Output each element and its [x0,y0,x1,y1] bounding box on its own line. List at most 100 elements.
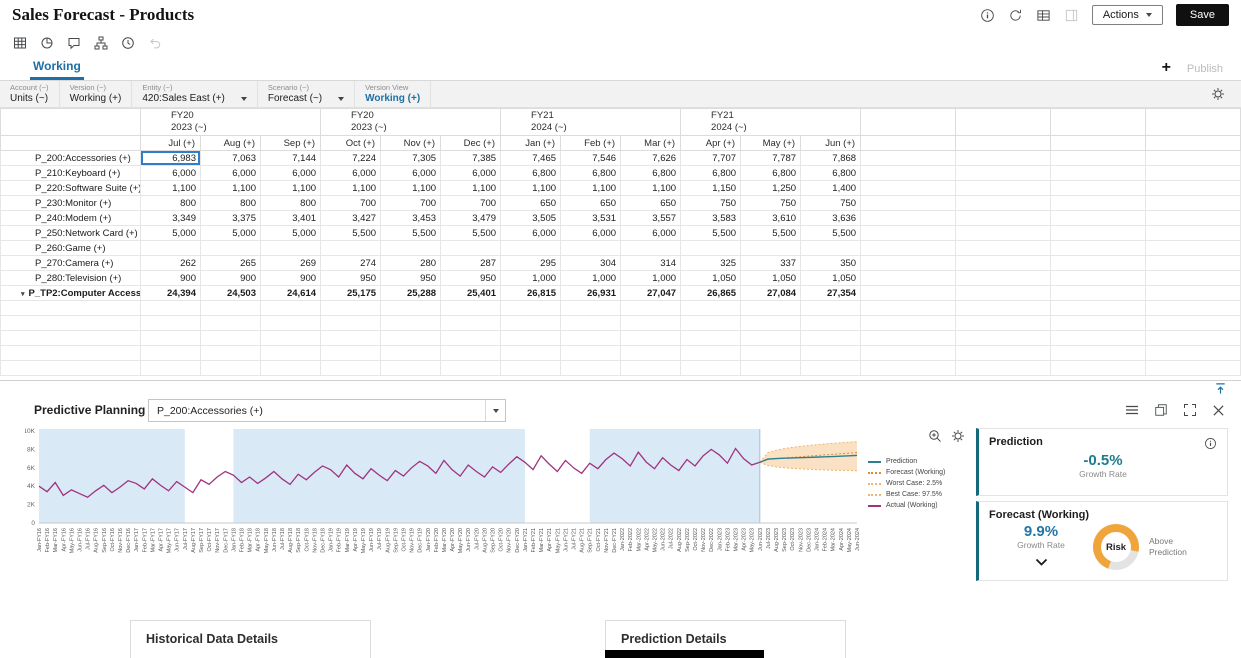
grid-cell[interactable] [956,286,1051,301]
history-icon[interactable] [121,36,135,50]
grid-cell[interactable] [141,361,201,376]
grid-cell[interactable] [201,301,261,316]
grid-cell[interactable] [801,361,861,376]
grid-cell[interactable] [261,346,321,361]
grid-cell[interactable] [861,211,956,226]
grid-cell[interactable] [141,331,201,346]
grid-cell[interactable]: 26,865 [681,286,741,301]
column-header[interactable]: Oct (+) [321,136,381,151]
grid-cell[interactable]: 287 [441,256,501,271]
grid-cell[interactable]: 6,000 [141,166,201,181]
grid-cell[interactable] [441,361,501,376]
grid-cell[interactable] [861,181,956,196]
column-header[interactable]: Aug (+) [201,136,261,151]
grid-cell[interactable] [681,346,741,361]
grid-cell[interactable] [501,346,561,361]
grid-cell[interactable]: 1,100 [141,181,201,196]
row-member-label[interactable] [1,331,141,346]
gear-icon[interactable] [1211,87,1225,101]
grid-cell[interactable]: 6,800 [741,166,801,181]
grid-cell[interactable]: 700 [321,196,381,211]
grid-cell[interactable] [956,226,1051,241]
close-icon[interactable] [1212,403,1225,417]
refresh-icon[interactable] [1008,8,1023,23]
grid-cell[interactable] [956,316,1051,331]
copy-icon[interactable] [1154,403,1168,417]
grid-cell[interactable]: 3,557 [621,211,681,226]
grid-cell[interactable] [261,316,321,331]
grid-cell[interactable] [1146,361,1241,376]
grid-cell[interactable]: 3,427 [321,211,381,226]
grid-cell[interactable] [381,361,441,376]
grid-icon[interactable] [13,36,27,50]
grid-cell[interactable]: 25,175 [321,286,381,301]
grid-cell[interactable]: 5,000 [141,226,201,241]
grid-cell[interactable] [861,331,956,346]
grid-cell[interactable] [1051,211,1146,226]
grid-cell[interactable]: 27,084 [741,286,801,301]
grid-cell[interactable]: 800 [141,196,201,211]
chevron-down-icon[interactable] [338,97,344,101]
grid-cell[interactable]: 6,000 [561,226,621,241]
expand-icon[interactable] [1183,403,1197,417]
grid-cell[interactable]: 6,800 [621,166,681,181]
grid-cell[interactable] [501,241,561,256]
grid-cell[interactable]: 6,000 [441,166,501,181]
member-selector[interactable]: P_200:Accessories (+) [148,399,506,422]
grid-cell[interactable] [956,346,1051,361]
grid-cell[interactable]: 650 [501,196,561,211]
row-member-label[interactable]: P_240:Modem (+) [1,211,141,226]
grid-cell[interactable] [1146,346,1241,361]
grid-cell[interactable] [261,331,321,346]
grid-cell[interactable]: 5,500 [741,226,801,241]
column-group-header[interactable]: FY202023 (~) [321,109,501,136]
grid-cell[interactable] [1051,271,1146,286]
column-header[interactable]: Mar (+) [621,136,681,151]
grid-cell[interactable] [501,301,561,316]
grid-cell[interactable] [861,166,956,181]
grid-cell[interactable] [321,301,381,316]
column-group-header[interactable]: FY212024 (~) [501,109,681,136]
grid-cell[interactable]: 1,050 [681,271,741,286]
grid-cell[interactable]: 269 [261,256,321,271]
grid-cell[interactable]: 3,479 [441,211,501,226]
pov-item-version-view[interactable]: Version ViewWorking (+) [355,81,431,107]
grid-cell[interactable] [801,316,861,331]
grid-cell[interactable] [1051,241,1146,256]
grid-cell[interactable]: 25,288 [381,286,441,301]
grid-cell[interactable]: 950 [381,271,441,286]
grid-cell[interactable] [801,331,861,346]
grid-cell[interactable] [956,241,1051,256]
collapse-chart-icon[interactable] [1214,382,1227,395]
grid-cell[interactable] [1051,346,1146,361]
grid-cell[interactable] [1146,256,1241,271]
grid-cell[interactable]: 7,144 [261,151,321,166]
chevron-down-icon[interactable] [1035,553,1048,571]
grid-cell[interactable] [621,241,681,256]
grid-cell[interactable] [801,301,861,316]
row-member-label[interactable]: P_270:Camera (+) [1,256,141,271]
grid-cell[interactable] [201,346,261,361]
grid-cell[interactable] [861,301,956,316]
grid-cell[interactable] [501,361,561,376]
grid-cell[interactable] [561,301,621,316]
grid-cell[interactable] [321,316,381,331]
grid-cell[interactable]: 650 [561,196,621,211]
zoom-icon[interactable] [928,429,942,443]
comment-icon[interactable] [67,36,81,50]
grid-cell[interactable] [381,301,441,316]
grid-cell[interactable] [1051,331,1146,346]
grid-cell[interactable] [1146,151,1241,166]
grid-cell[interactable]: 25,401 [441,286,501,301]
grid-cell[interactable] [261,361,321,376]
grid-cell[interactable] [956,256,1051,271]
grid-cell[interactable] [141,346,201,361]
grid-cell[interactable] [561,241,621,256]
grid-cell[interactable] [956,361,1051,376]
grid-cell[interactable]: 650 [621,196,681,211]
grid-cell[interactable]: 265 [201,256,261,271]
settings-icon[interactable] [951,429,965,443]
grid-cell[interactable]: 7,868 [801,151,861,166]
grid-cell[interactable] [1146,226,1241,241]
tab-working[interactable]: Working [30,56,84,80]
